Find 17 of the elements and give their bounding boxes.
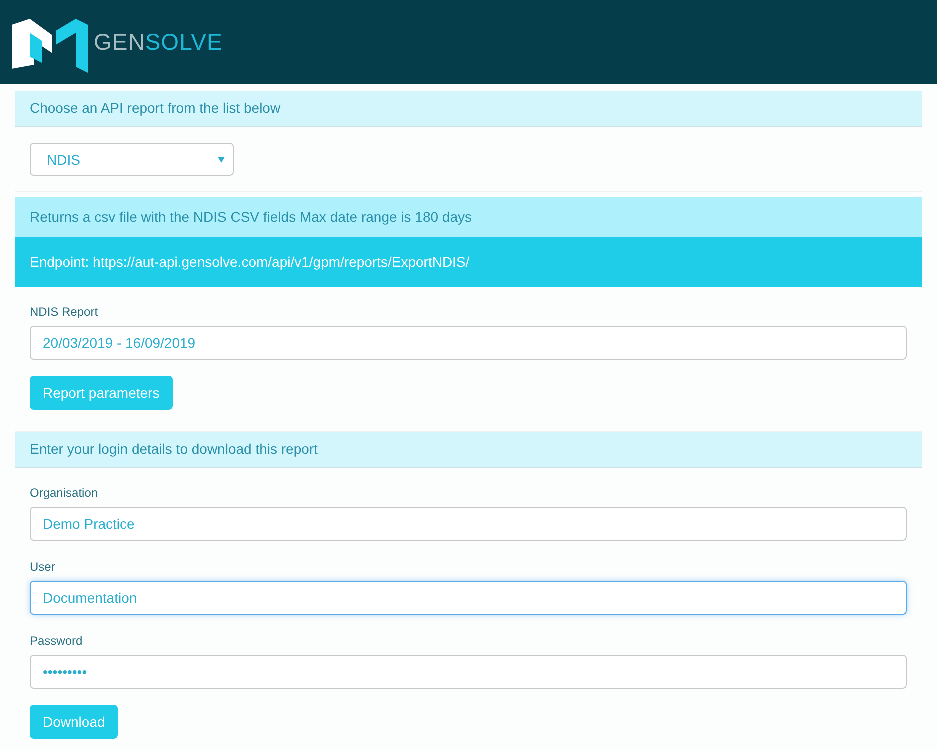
input-field[interactable]: Documentation: [30, 581, 907, 615]
endpoint-banner: Endpoint: https://aut-api.gensolve.com/api/v1/gpm/reports/ExportNDIS/: [15, 237, 922, 287]
field-label: User: [30, 560, 56, 574]
input-field[interactable]: •••••••••: [30, 655, 907, 689]
field-label: Password: [30, 634, 83, 648]
field-label: NDIS Report: [30, 305, 98, 319]
download-button[interactable]: Download: [30, 705, 118, 739]
caret-icon: [218, 156, 225, 162]
report-description: Returns a csv file with the NDIS CSV fields Max date range is 180 days: [15, 197, 922, 237]
section-heading: Enter your login details to download this report: [15, 432, 922, 468]
report-parameters-button[interactable]: Report parameters: [30, 376, 173, 410]
section-heading: Choose an API report from the list below: [15, 91, 922, 127]
field-label: Organisation: [30, 486, 98, 500]
report-select[interactable]: NDIS: [30, 143, 234, 176]
logo-wordmark: GENSOLVE: [94, 28, 223, 56]
date-range-field[interactable]: 20/03/2019 - 16/09/2019: [30, 326, 907, 360]
input-field[interactable]: Demo Practice: [30, 507, 907, 541]
